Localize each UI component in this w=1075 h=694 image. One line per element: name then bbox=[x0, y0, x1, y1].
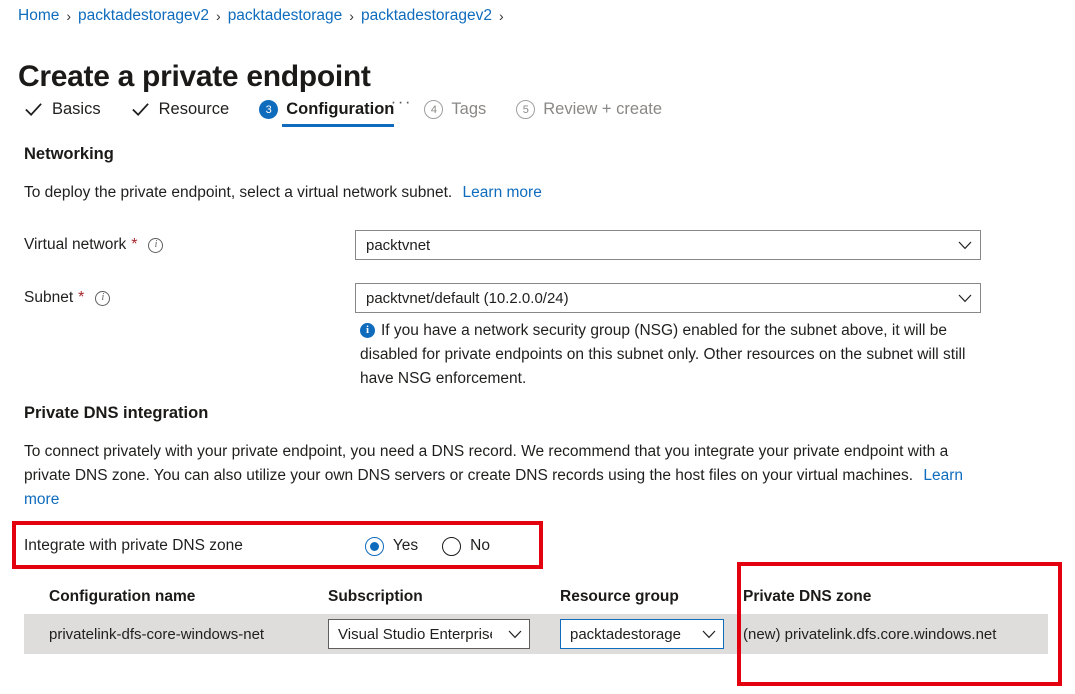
cell-resource-group: packtadestorage bbox=[544, 619, 722, 649]
breadcrumb-separator: › bbox=[349, 6, 354, 26]
breadcrumb-separator: › bbox=[66, 6, 71, 26]
integrate-dns-zone-radio-group: Yes No bbox=[365, 537, 514, 556]
tab-label-resource: Resource bbox=[159, 100, 230, 119]
tab-tags[interactable]: 4 Tags bbox=[424, 100, 486, 129]
column-header-configuration-name: Configuration name bbox=[24, 588, 304, 606]
table-row: privatelink-dfs-core-windows-net Visual … bbox=[24, 614, 1048, 654]
private-dns-heading: Private DNS integration bbox=[24, 404, 208, 423]
info-icon[interactable]: i bbox=[95, 291, 110, 306]
breadcrumb-separator: › bbox=[216, 6, 221, 26]
radio-option-no[interactable]: No bbox=[442, 537, 490, 556]
breadcrumb: Home › packtadestoragev2 › packtadestora… bbox=[18, 6, 511, 26]
nsg-info-note: i If you have a network security group (… bbox=[360, 319, 985, 391]
page-title: Create a private endpoint bbox=[18, 58, 371, 96]
column-header-resource-group: Resource group bbox=[544, 588, 722, 606]
tab-review-create[interactable]: 5 Review + create bbox=[516, 100, 662, 129]
breadcrumb-item-1[interactable]: packtadestoragev2 bbox=[78, 6, 209, 26]
radio-label-yes: Yes bbox=[393, 537, 418, 555]
chevron-down-icon bbox=[958, 241, 972, 250]
chevron-down-icon bbox=[702, 630, 716, 639]
breadcrumb-item-home[interactable]: Home bbox=[18, 6, 59, 26]
check-icon bbox=[131, 100, 150, 119]
resource-group-dropdown[interactable]: packtadestorage bbox=[560, 619, 724, 649]
subscription-value: Visual Studio Enterprise bbox=[338, 626, 492, 643]
check-icon bbox=[24, 100, 43, 119]
table-header-row: Configuration name Subscription Resource… bbox=[24, 580, 1048, 614]
tab-label-review-create: Review + create bbox=[543, 100, 662, 119]
virtual-network-value: packtvnet bbox=[366, 237, 952, 254]
networking-description-text: To deploy the private endpoint, select a… bbox=[24, 184, 452, 201]
radio-label-no: No bbox=[470, 537, 490, 555]
subnet-label-text: Subnet bbox=[24, 289, 73, 307]
subnet-label: Subnet * i bbox=[24, 289, 110, 307]
virtual-network-label-text: Virtual network bbox=[24, 236, 126, 254]
radio-no-icon bbox=[442, 537, 461, 556]
tab-basics[interactable]: Basics bbox=[24, 100, 101, 129]
tab-configuration[interactable]: 3 Configuration bbox=[259, 100, 394, 129]
column-header-subscription: Subscription bbox=[304, 588, 544, 606]
subnet-dropdown[interactable]: packtvnet/default (10.2.0.0/24) bbox=[355, 283, 981, 313]
subscription-dropdown[interactable]: Visual Studio Enterprise bbox=[328, 619, 530, 649]
wizard-tabs: Basics Resource 3 Configuration 4 Tags 5… bbox=[24, 100, 692, 129]
networking-description: To deploy the private endpoint, select a… bbox=[24, 181, 542, 205]
tab-label-configuration: Configuration bbox=[286, 100, 394, 119]
virtual-network-dropdown[interactable]: packtvnet bbox=[355, 230, 981, 260]
required-indicator: * bbox=[78, 292, 84, 304]
tab-label-tags: Tags bbox=[451, 100, 486, 119]
step-number-badge: 4 bbox=[424, 100, 443, 119]
private-dns-zone-table: Configuration name Subscription Resource… bbox=[24, 580, 1048, 654]
resource-group-value: packtadestorage bbox=[570, 626, 686, 643]
nsg-info-note-text: If you have a network security group (NS… bbox=[360, 322, 965, 387]
integrate-dns-zone-label: Integrate with private DNS zone bbox=[24, 537, 243, 555]
tab-resource[interactable]: Resource bbox=[131, 100, 230, 129]
virtual-network-label: Virtual network * i bbox=[24, 236, 163, 254]
breadcrumb-separator: › bbox=[499, 6, 504, 26]
step-number-badge: 5 bbox=[516, 100, 535, 119]
column-header-private-dns-zone: Private DNS zone bbox=[722, 588, 1048, 606]
breadcrumb-item-2[interactable]: packtadestorage bbox=[228, 6, 343, 26]
create-private-endpoint-page: Home › packtadestoragev2 › packtadestora… bbox=[0, 0, 1075, 694]
networking-learn-more-link[interactable]: Learn more bbox=[463, 184, 542, 201]
breadcrumb-item-3[interactable]: packtadestoragev2 bbox=[361, 6, 492, 26]
chevron-down-icon bbox=[508, 630, 522, 639]
cell-subscription: Visual Studio Enterprise bbox=[304, 619, 544, 649]
tab-label-basics: Basics bbox=[52, 100, 101, 119]
integrate-dns-zone-row: Integrate with private DNS zone Yes No bbox=[24, 531, 534, 561]
private-dns-description: To connect privately with your private e… bbox=[24, 440, 984, 512]
radio-option-yes[interactable]: Yes bbox=[365, 537, 418, 556]
private-dns-description-text: To connect privately with your private e… bbox=[24, 443, 948, 484]
cell-private-dns-zone: (new) privatelink.dfs.core.windows.net bbox=[722, 626, 1048, 643]
radio-yes-icon bbox=[365, 537, 384, 556]
info-icon: i bbox=[360, 323, 375, 338]
subnet-value: packtvnet/default (10.2.0.0/24) bbox=[366, 290, 952, 307]
radio-selected-dot bbox=[370, 542, 379, 551]
chevron-down-icon bbox=[958, 294, 972, 303]
step-number-badge: 3 bbox=[259, 100, 278, 119]
networking-heading: Networking bbox=[24, 145, 114, 164]
cell-configuration-name: privatelink-dfs-core-windows-net bbox=[24, 626, 304, 643]
required-indicator: * bbox=[131, 239, 137, 251]
info-icon[interactable]: i bbox=[148, 238, 163, 253]
